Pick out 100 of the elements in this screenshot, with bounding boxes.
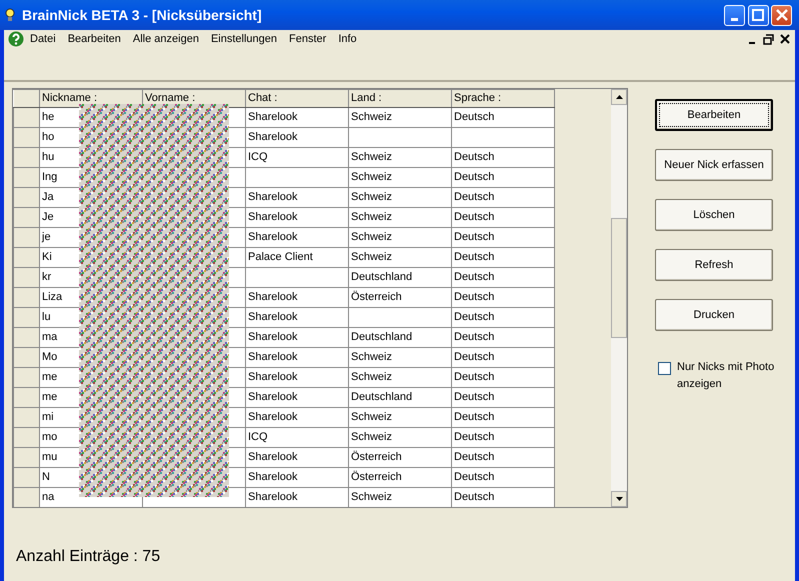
menu-item[interactable]: Info bbox=[332, 30, 363, 48]
table-cell: Deutsch bbox=[452, 287, 554, 307]
arrow-down-icon bbox=[616, 497, 622, 501]
table-cell: Schweiz bbox=[348, 107, 452, 127]
table-cell: ICQ bbox=[246, 147, 348, 167]
row-header[interactable] bbox=[14, 327, 40, 347]
table-cell: Schweiz bbox=[348, 367, 452, 387]
table-cell: Deutsch bbox=[452, 267, 554, 287]
row-header[interactable] bbox=[14, 367, 40, 387]
action-button[interactable]: Neuer Nick erfassen bbox=[655, 149, 773, 181]
table-cell: ICQ bbox=[246, 427, 348, 447]
table-cell: Deutsch bbox=[452, 427, 554, 447]
table-cell: Schweiz bbox=[348, 247, 452, 267]
table-cell: Deutsch bbox=[452, 347, 554, 367]
maximize-button[interactable] bbox=[748, 4, 768, 26]
table-cell: Österreich bbox=[348, 447, 452, 467]
table-cell: Deutsch bbox=[452, 227, 554, 247]
lightbulb-icon bbox=[4, 7, 16, 23]
table-cell: Deutsch bbox=[452, 447, 554, 467]
column-header[interactable]: Sprache : bbox=[452, 90, 554, 107]
row-header[interactable] bbox=[14, 247, 40, 267]
table-cell: Sharelook bbox=[246, 327, 348, 347]
scroll-up-button[interactable] bbox=[611, 89, 627, 105]
table-cell: Deutsch bbox=[452, 207, 554, 227]
row-header[interactable] bbox=[14, 287, 40, 307]
table-cell: Sharelook bbox=[246, 187, 348, 207]
row-header[interactable] bbox=[14, 167, 40, 187]
table-cell: Palace Client bbox=[246, 247, 348, 267]
row-header[interactable] bbox=[14, 447, 40, 467]
menu-item[interactable]: Fenster bbox=[283, 30, 332, 48]
row-header[interactable] bbox=[14, 387, 40, 407]
row-header[interactable] bbox=[14, 207, 40, 227]
table-cell: Sharelook bbox=[246, 107, 348, 127]
table-cell: Deutschland bbox=[348, 327, 452, 347]
menu-item[interactable]: Datei bbox=[24, 30, 62, 48]
row-header[interactable] bbox=[14, 187, 40, 207]
table-cell: Deutsch bbox=[452, 307, 554, 327]
close-icon bbox=[776, 9, 788, 21]
table-cell: Schweiz bbox=[348, 227, 452, 247]
menu-item[interactable]: Alle anzeigen bbox=[126, 30, 205, 48]
table-cell: Deutsch bbox=[452, 467, 554, 487]
table-cell: Schweiz bbox=[348, 487, 452, 507]
table-cell: Deutschland bbox=[348, 387, 452, 407]
table-cell: Sharelook bbox=[246, 387, 348, 407]
minimize-icon bbox=[748, 42, 755, 44]
table-cell: Deutsch bbox=[452, 187, 554, 207]
column-header[interactable]: Chat : bbox=[246, 90, 348, 107]
row-header[interactable] bbox=[14, 127, 40, 147]
help-icon[interactable] bbox=[8, 31, 24, 47]
table-cell: Deutsch bbox=[452, 407, 554, 427]
menu-item[interactable]: Bearbeiten bbox=[62, 30, 127, 48]
action-button[interactable]: Bearbeiten bbox=[655, 99, 773, 131]
mdi-restore-button[interactable] bbox=[762, 32, 776, 46]
row-header[interactable] bbox=[14, 407, 40, 427]
scroll-down-button[interactable] bbox=[611, 491, 627, 507]
entry-count: Anzahl Einträge : 75 bbox=[16, 547, 160, 567]
row-header[interactable] bbox=[14, 487, 40, 507]
table-cell: Schweiz bbox=[348, 427, 452, 447]
table-cell: Sharelook bbox=[246, 287, 348, 307]
table-cell: Deutsch bbox=[452, 487, 554, 507]
table-cell: Sharelook bbox=[246, 467, 348, 487]
table-cell: Sharelook bbox=[246, 367, 348, 387]
close-icon bbox=[780, 34, 791, 44]
restore-icon bbox=[763, 34, 774, 44]
table-cell: Deutsch bbox=[452, 167, 554, 187]
row-header[interactable] bbox=[14, 147, 40, 167]
maximize-icon bbox=[752, 9, 764, 21]
row-header[interactable] bbox=[14, 467, 40, 487]
minimize-icon bbox=[730, 18, 738, 20]
row-header[interactable] bbox=[14, 107, 40, 127]
table-cell: Sharelook bbox=[246, 127, 348, 147]
row-header[interactable] bbox=[14, 267, 40, 287]
close-button[interactable] bbox=[771, 4, 792, 26]
table-cell: Sharelook bbox=[246, 407, 348, 427]
table-cell: Deutsch bbox=[452, 147, 554, 167]
menu-item[interactable]: Einstellungen bbox=[204, 30, 284, 48]
scrollbar-thumb[interactable] bbox=[611, 218, 627, 338]
minimize-button[interactable] bbox=[724, 4, 745, 26]
row-header[interactable] bbox=[14, 227, 40, 247]
table-cell: Sharelook bbox=[246, 307, 348, 327]
table-cell: Sharelook bbox=[246, 227, 348, 247]
action-button[interactable]: Drucken bbox=[655, 299, 773, 331]
column-header[interactable]: Land : bbox=[348, 90, 452, 107]
table-cell: Deutsch bbox=[452, 247, 554, 267]
row-header[interactable] bbox=[14, 427, 40, 447]
row-header[interactable] bbox=[14, 307, 40, 327]
table-cell: Deutsch bbox=[452, 367, 554, 387]
table-cell: Deutsch bbox=[452, 327, 554, 347]
table-cell: Österreich bbox=[348, 467, 452, 487]
action-button[interactable]: Löschen bbox=[655, 199, 773, 231]
table-cell: Schweiz bbox=[348, 187, 452, 207]
row-header[interactable] bbox=[14, 347, 40, 367]
mdi-close-button[interactable] bbox=[778, 32, 792, 46]
action-button[interactable]: Refresh bbox=[655, 249, 773, 281]
table-cell: Deutsch bbox=[452, 107, 554, 127]
table-cell: Österreich bbox=[348, 287, 452, 307]
table-cell: Sharelook bbox=[246, 487, 348, 507]
table-cell: Schweiz bbox=[348, 407, 452, 427]
checkbox[interactable] bbox=[658, 362, 671, 375]
arrow-up-icon bbox=[616, 95, 622, 99]
